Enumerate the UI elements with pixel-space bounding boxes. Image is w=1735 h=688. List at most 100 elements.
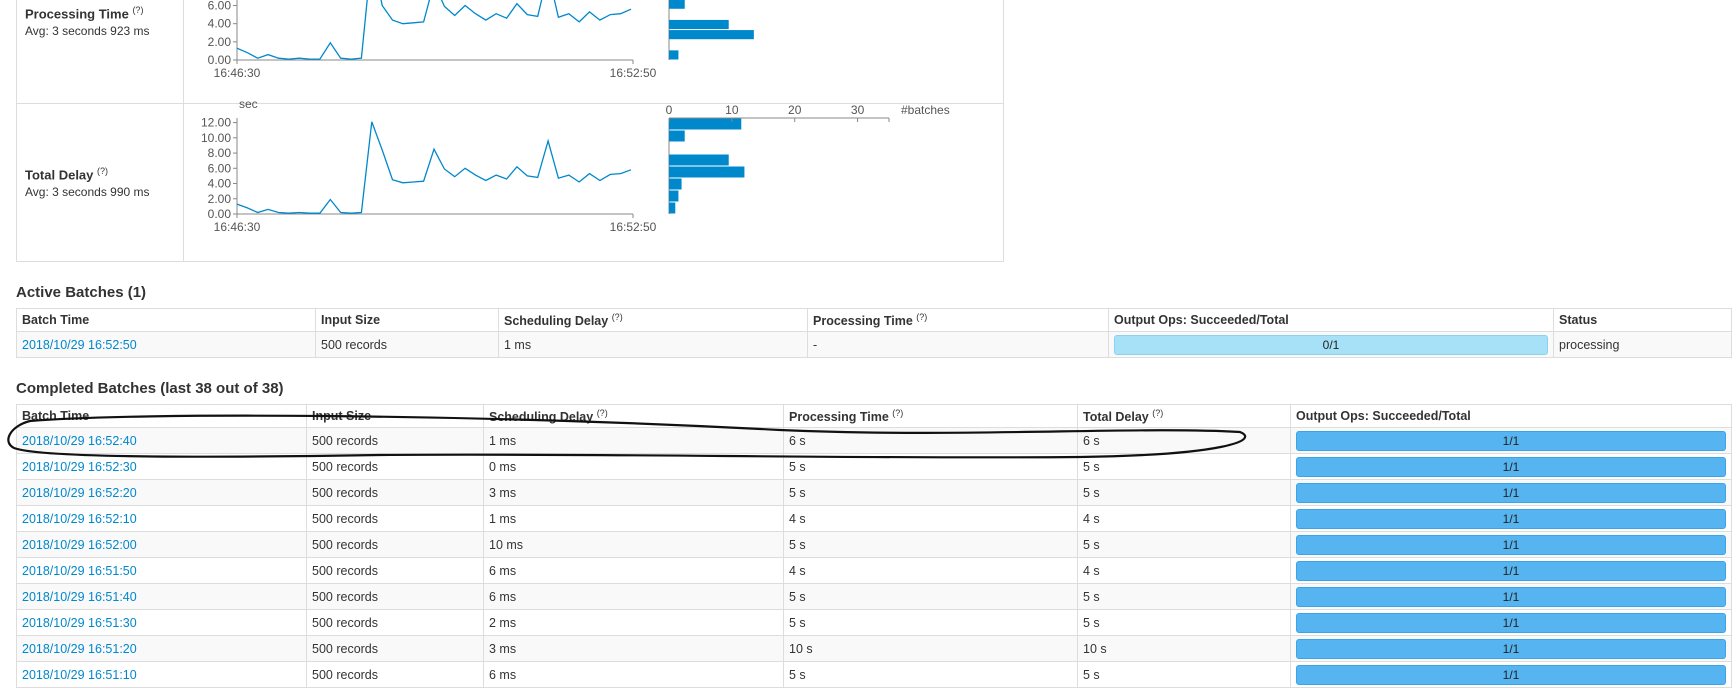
progress-text: 1/1 — [1502, 615, 1520, 630]
scheduling-delay-cell: 3 ms — [483, 635, 784, 662]
batch-time-link[interactable]: 2018/10/29 16:52:40 — [22, 434, 137, 448]
status-cell: processing — [1553, 331, 1732, 358]
progress-bar: 1/1 — [1296, 430, 1726, 451]
scheduling-delay-cell: 6 ms — [483, 661, 784, 688]
input-size-cell: 500 records — [306, 479, 484, 506]
active-batches-header: Batch Time Input Size Scheduling Delay (… — [16, 308, 1732, 332]
batch-time-link[interactable]: 2018/10/29 16:51:10 — [22, 668, 137, 682]
table-row: 2018/10/29 16:52:50 500 records 1 ms - 0… — [16, 331, 1732, 358]
col-processing-time[interactable]: Processing Time (?) — [783, 404, 1078, 428]
col-output-ops[interactable]: Output Ops: Succeeded/Total — [1290, 404, 1732, 428]
output-ops-cell: 0/1 — [1108, 331, 1554, 358]
histogram-bar — [669, 118, 742, 130]
input-size-cell: 500 records — [306, 609, 484, 636]
progress-text: 1/1 — [1502, 641, 1520, 656]
progress-text: 1/1 — [1502, 511, 1520, 526]
batch-time-link[interactable]: 2018/10/29 16:52:30 — [22, 460, 137, 474]
table-row: 2018/10/29 16:51:50 500 records 6 ms 4 s4 s… — [16, 557, 1732, 584]
y-tick-label: 8.00 — [208, 146, 232, 160]
total-delay-cell: 4 s — [1077, 505, 1291, 532]
progress-text: 1/1 — [1502, 433, 1520, 448]
help-icon[interactable]: (?) — [916, 312, 927, 322]
progress-text: 1/1 — [1502, 459, 1520, 474]
processing-time-chart: 0.00 2.00 4.00 6.00 16:46:30 16:52:50 — [208, 0, 754, 80]
y-tick-label: 6.00 — [208, 0, 232, 13]
input-size-cell: 500 records — [315, 331, 499, 358]
col-processing-time[interactable]: Processing Time (?) — [807, 308, 1109, 332]
batch-time-link[interactable]: 2018/10/29 16:52:50 — [22, 338, 137, 352]
y-tick-label: 12.00 — [201, 116, 231, 130]
total-delay-cell: 5 s — [1077, 479, 1291, 506]
progress-text: 1/1 — [1502, 589, 1520, 604]
col-total-delay[interactable]: Total Delay (?) — [1077, 404, 1291, 428]
batch-time-link[interactable]: 2018/10/29 16:51:50 — [22, 564, 137, 578]
histogram-x-tick-label: 10 — [725, 103, 739, 117]
help-icon[interactable]: (?) — [612, 312, 623, 322]
table-row: 2018/10/29 16:52:00 500 records 10 ms 5 s5 … — [16, 531, 1732, 558]
col-output-ops[interactable]: Output Ops: Succeeded/Total — [1108, 308, 1554, 332]
processing-time-cell: 5 s — [783, 583, 1078, 610]
col-batch-time[interactable]: Batch Time — [16, 308, 316, 332]
output-ops-cell: 1/1 — [1290, 427, 1732, 454]
progress-text: 1/1 — [1502, 563, 1520, 578]
processing-time-cell: - — [807, 331, 1109, 358]
progress-bar: 1/1 — [1296, 482, 1726, 503]
histogram-bar — [669, 190, 679, 202]
table-row: 2018/10/29 16:51:10 500 records 6 ms 5 s5 s… — [16, 661, 1732, 688]
help-icon[interactable]: (?) — [892, 408, 903, 418]
col-scheduling-delay[interactable]: Scheduling Delay (?) — [483, 404, 784, 428]
progress-text: 1/1 — [1502, 537, 1520, 552]
input-size-cell: 500 records — [306, 661, 484, 688]
total-delay-chart: 0.002.004.00 6.008.0010.0012.00 16:46:30 16… — [201, 97, 950, 234]
scheduling-delay-cell: 1 ms — [483, 505, 784, 532]
batch-time-link[interactable]: 2018/10/29 16:52:10 — [22, 512, 137, 526]
col-status[interactable]: Status — [1553, 308, 1732, 332]
batch-time-link[interactable]: 2018/10/29 16:51:40 — [22, 590, 137, 604]
col-batch-time[interactable]: Batch Time — [16, 404, 307, 428]
series-line — [236, 0, 632, 60]
scheduling-delay-cell: 1 ms — [498, 331, 808, 358]
active-batches-title: Active Batches (1) — [16, 284, 147, 301]
col-input-size[interactable]: Input Size — [306, 404, 484, 428]
batch-time-link[interactable]: 2018/10/29 16:52:00 — [22, 538, 137, 552]
scheduling-delay-cell: 6 ms — [483, 557, 784, 584]
total-delay-cell: 5 s — [1077, 531, 1291, 558]
input-size-cell: 500 records — [306, 557, 484, 584]
scheduling-delay-cell: 3 ms — [483, 479, 784, 506]
y-tick-label: 4.00 — [208, 177, 232, 191]
help-icon[interactable]: (?) — [597, 408, 608, 418]
table-row: 2018/10/29 16:51:40 500 records 6 ms 5 s5 s… — [16, 583, 1732, 610]
y-tick-label: 0.00 — [208, 207, 232, 221]
processing-time-cell: 5 s — [783, 609, 1078, 636]
progress-text: 1/1 — [1502, 667, 1520, 682]
col-input-size[interactable]: Input Size — [315, 308, 499, 332]
processing-time-cell: 10 s — [783, 635, 1078, 662]
histogram-x-tick-label: 20 — [788, 103, 802, 117]
col-scheduling-delay[interactable]: Scheduling Delay (?) — [498, 308, 808, 332]
y-tick-label: 2.00 — [208, 192, 232, 206]
total-delay-cell: 10 s — [1077, 635, 1291, 662]
input-size-cell: 500 records — [306, 505, 484, 532]
progress-text: 1/1 — [1502, 485, 1520, 500]
progress-bar: 0/1 — [1114, 334, 1548, 355]
output-ops-cell: 1/1 — [1290, 609, 1732, 636]
batch-time-link[interactable]: 2018/10/29 16:52:20 — [22, 486, 137, 500]
processing-time-cell: 5 s — [783, 453, 1078, 480]
y-tick-label: 4.00 — [208, 17, 232, 31]
scheduling-delay-cell: 0 ms — [483, 453, 784, 480]
help-icon[interactable]: (?) — [1152, 408, 1163, 418]
total-delay-cell: 5 s — [1077, 583, 1291, 610]
batch-time-link[interactable]: 2018/10/29 16:51:20 — [22, 642, 137, 656]
scheduling-delay-cell: 10 ms — [483, 531, 784, 558]
output-ops-cell: 1/1 — [1290, 453, 1732, 480]
input-size-cell: 500 records — [306, 427, 484, 454]
completed-batches-header: Batch Time Input Size Scheduling Delay (… — [16, 404, 1732, 428]
batch-time-link[interactable]: 2018/10/29 16:51:30 — [22, 616, 137, 630]
histogram-bar — [669, 19, 729, 30]
output-ops-cell: 1/1 — [1290, 479, 1732, 506]
stats-table: Processing Time (?) Avg: 3 seconds 923 m… — [16, 0, 1004, 262]
output-ops-cell: 1/1 — [1290, 505, 1732, 532]
output-ops-cell: 1/1 — [1290, 583, 1732, 610]
y-tick-label: 6.00 — [208, 161, 232, 175]
processing-time-cell: 4 s — [783, 505, 1078, 532]
